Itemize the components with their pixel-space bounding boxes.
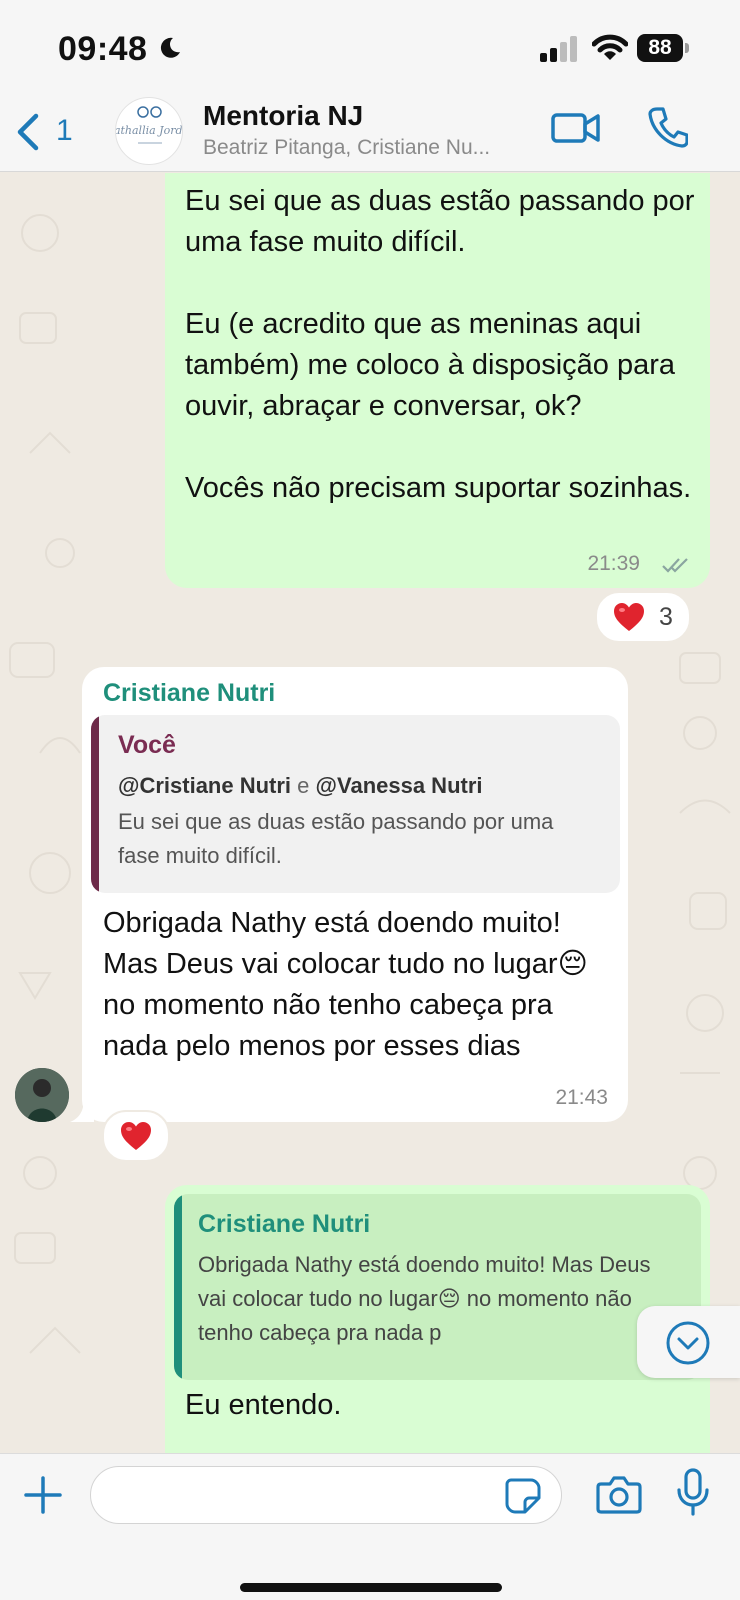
reaction-badge[interactable]: 3 [595,591,691,643]
camera-icon[interactable] [596,1474,642,1514]
reaction-count: 3 [659,602,673,631]
unread-count[interactable]: 1 [56,114,73,148]
mention-cristiane: @Cristiane Nutri [118,773,292,798]
signal-icon [540,36,577,62]
microphone-icon[interactable] [676,1468,710,1516]
avatar[interactable] [15,1068,69,1122]
quote-text: Obrigada Nathy está doendo muito! Mas De… [198,1252,651,1345]
message-input[interactable] [90,1466,562,1524]
sender-name[interactable]: Cristiane Nutri [103,679,275,708]
sticker-icon[interactable] [505,1478,541,1514]
bubble-tail [70,1098,94,1122]
scroll-to-bottom-button[interactable] [637,1306,740,1378]
wifi-icon [592,34,628,60]
quote-bar [174,1194,182,1380]
heart-icon [614,603,645,631]
participants-list[interactable]: Beatriz Pitanga, Cristiane Nu... [203,136,533,160]
outgoing-message[interactable]: Cristiane Nutri Obrigada Nathy está doen… [165,1185,710,1453]
message-text: Obrigada Nathy está doendo muito! Mas De… [103,907,596,1062]
quote-author: Você [118,731,176,759]
quote-bar [91,715,99,893]
avatar-logo-text: Nathallia Jordão [116,124,183,137]
sender-photo [15,1068,69,1122]
incoming-message[interactable]: Cristiane Nutri Você @Cristiane Nutri e … [82,667,628,1122]
battery-percent: 88 [648,36,672,59]
group-avatar[interactable]: Nathallia Jordão [115,97,183,165]
home-indicator [240,1583,502,1592]
message-text: Eu entendo. [185,1389,342,1421]
message-time: 21:43 [555,1086,608,1109]
back-chevron-icon[interactable] [14,112,44,152]
video-call-icon[interactable] [550,108,602,148]
chat-area[interactable]: Eu sei que as duas estão passando por um… [0,173,740,1453]
group-logo-icon: Nathallia Jordão [116,106,183,144]
quoted-message[interactable]: Você @Cristiane Nutri e @Vanessa Nutri E… [91,715,620,893]
chevron-down-icon [666,1321,710,1365]
status-time: 09:48 [58,30,148,68]
quote-mentions: @Cristiane Nutri e @Vanessa Nutri [118,773,483,799]
quote-text: Eu sei que as duas estão passando por um… [118,809,554,868]
phone-icon[interactable] [648,106,688,148]
outgoing-message[interactable]: Eu sei que as duas estão passando por um… [165,173,710,588]
chat-header: 1 Nathallia Jordão Mentoria NJ Beatriz P… [0,97,740,172]
reaction-badge[interactable] [102,1110,170,1162]
battery-indicator: 88 [637,34,689,62]
message-time: 21:39 [587,552,640,575]
mention-vanessa: @Vanessa Nutri [315,773,483,798]
status-bar: 09:48 88 [0,0,740,100]
chat-title[interactable]: Mentoria NJ [203,100,363,132]
quoted-message[interactable]: Cristiane Nutri Obrigada Nathy está doen… [174,1194,701,1380]
heart-icon [121,1122,151,1150]
message-text: Eu sei que as duas estão passando por um… [185,185,695,504]
plus-icon[interactable] [22,1474,64,1516]
double-check-icon [662,558,688,573]
moon-icon [160,37,180,58]
message-composer [0,1453,740,1600]
quote-author: Cristiane Nutri [198,1210,371,1238]
mention-joiner: e [297,773,310,798]
